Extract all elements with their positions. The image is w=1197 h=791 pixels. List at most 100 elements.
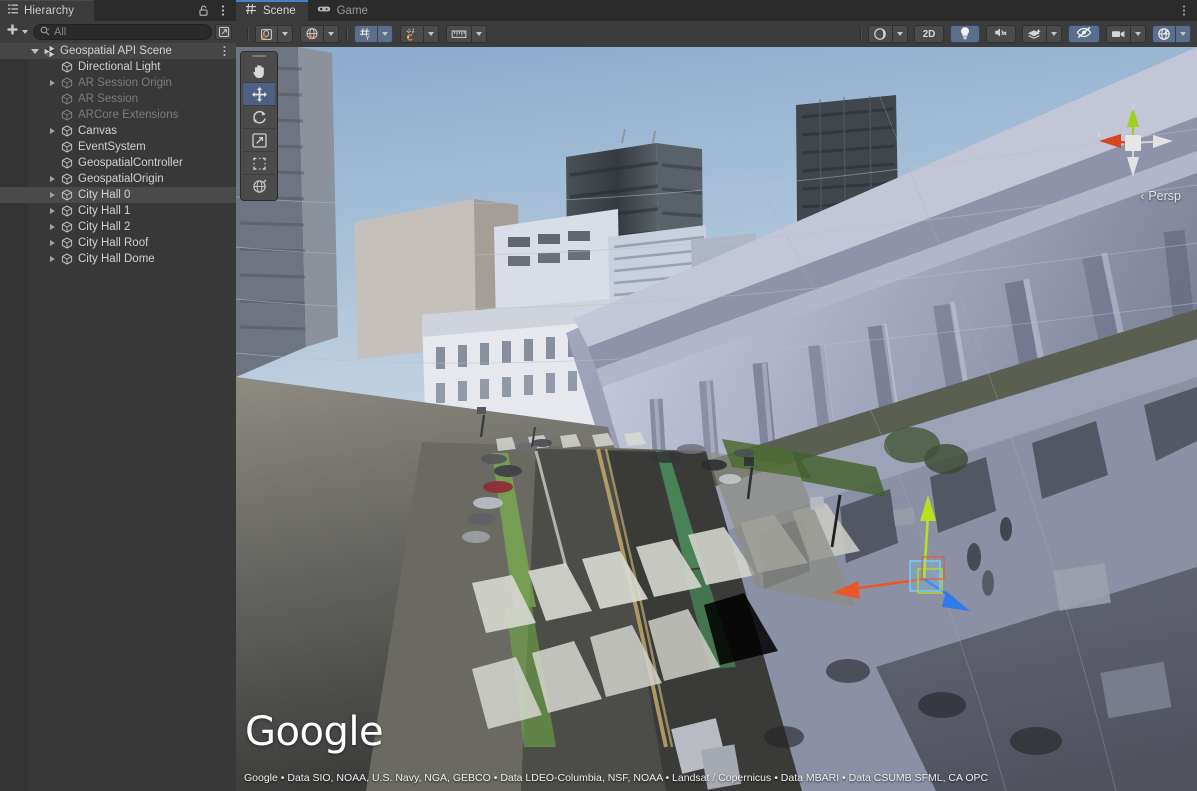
scene-fx-caret[interactable] [893,25,908,43]
gizmos-globe-icon[interactable] [1152,25,1176,43]
hierarchy-item-label: City Hall Roof [75,237,148,249]
move-tool[interactable] [243,83,275,106]
hierarchy-item-directional-light[interactable]: Directional Light [0,59,236,75]
hierarchy-item-geospatialcontroller[interactable]: GeospatialController [0,155,236,171]
scene-axis-gizmo[interactable]: y x [1087,97,1179,189]
hierarchy-toolbar: All [0,21,236,43]
camera-icon[interactable] [1106,25,1131,43]
draw-mode-shaded-button[interactable] [255,25,293,43]
gameobject-cube-icon [59,253,75,265]
magnet-snap-icon[interactable] [400,25,424,43]
shaded-mode-icon[interactable] [255,25,278,43]
scene-toolbar: Y [236,21,1197,47]
hierarchy-item-city-hall-roof[interactable]: City Hall Roof [0,235,236,251]
scene-menu-icon[interactable] [1178,3,1190,23]
gizmos-button[interactable] [1152,25,1191,43]
grid-snapping-button[interactable] [446,25,487,43]
chevron-right-icon [50,80,55,86]
tab-hierarchy[interactable]: Hierarchy [0,0,94,21]
scene-viewport[interactable]: y x ‹ Persp [236,47,1197,791]
scene-effects-caret[interactable] [1047,25,1062,43]
hierarchy-tabbar: Hierarchy [0,0,236,21]
toggle-2d-button[interactable]: 2D [914,25,944,43]
projection-mode-toggle[interactable]: ‹ Persp [1140,189,1181,203]
disclosure-triangle-closed[interactable] [46,80,59,86]
gamepad-icon [317,3,331,18]
scene-lighting-global-button[interactable] [300,25,339,43]
scale-tool[interactable] [243,129,275,152]
hand-tool[interactable] [243,60,275,83]
scene-fx-button[interactable] [868,25,908,43]
disclosure-triangle-closed[interactable] [46,224,59,230]
disclosure-triangle-closed[interactable] [46,176,59,182]
hierarchy-menu-icon[interactable] [217,3,229,18]
tab-scene[interactable]: Scene [236,0,308,21]
scene-effects-button[interactable] [1022,25,1062,43]
globe-icon[interactable] [300,25,324,43]
chevron-down-icon [382,32,388,36]
disclosure-triangle-closed[interactable] [46,240,59,246]
eye-slash-icon [1076,26,1092,42]
hierarchy-item-ar-session-origin[interactable]: AR Session Origin [0,75,236,91]
gameobject-cube-icon [59,141,75,153]
hierarchy-item-ar-session[interactable]: AR Session [0,91,236,107]
hierarchy-item-geospatialorigin[interactable]: GeospatialOrigin [0,171,236,187]
chevron-down-icon [428,32,434,36]
hierarchy-item-label: Canvas [75,125,117,137]
transform-gizmo[interactable] [826,487,976,617]
grid-y-icon[interactable]: Y [354,25,378,43]
grid-axis-y-button[interactable]: Y [354,25,393,43]
hierarchy-item-arcore-extensions[interactable]: ARCore Extensions [0,107,236,123]
effects-layers-icon[interactable] [1022,25,1047,43]
hierarchy-item-label: City Hall 2 [75,221,130,233]
chevron-right-icon [50,256,55,262]
tab-game-label: Game [337,5,368,17]
toggle-2d-label: 2D [923,29,936,40]
chevron-right-icon [50,128,55,134]
hierarchy-item-eventsystem[interactable]: EventSystem [0,139,236,155]
rect-tool[interactable] [243,152,275,175]
ruler-snap-icon[interactable] [446,25,472,43]
grid-snapping-caret[interactable] [472,25,487,43]
unity-scene-icon [41,45,57,58]
hierarchy-item-city-hall-1[interactable]: City Hall 1 [0,203,236,219]
search-input[interactable]: All [33,24,212,40]
draw-mode-caret[interactable] [278,25,293,43]
gameobject-cube-icon [59,93,75,105]
open-in-new-icon[interactable] [215,24,232,40]
scene-camera-button[interactable] [1106,25,1146,43]
gameobject-cube-icon [59,77,75,89]
disclosure-triangle-open[interactable] [28,49,41,54]
add-gameobject-button[interactable] [4,23,30,41]
scene-audio-mute-button[interactable] [986,25,1016,43]
lock-open-icon[interactable] [197,4,210,17]
rotate-tool[interactable] [243,106,275,129]
snap-increment-caret[interactable] [424,25,439,43]
hierarchy-item-canvas[interactable]: Canvas [0,123,236,139]
fx-sphere-icon[interactable] [868,25,893,43]
hierarchy-item-geospatial-api-scene[interactable]: Geospatial API Scene [0,43,236,59]
speaker-muted-icon [994,26,1008,42]
lighting-caret[interactable] [324,25,339,43]
hierarchy-item-city-hall-2[interactable]: City Hall 2 [0,219,236,235]
disclosure-triangle-closed[interactable] [46,208,59,214]
hierarchy-item-city-hall-0[interactable]: City Hall 0 [0,187,236,203]
snap-increment-button[interactable] [400,25,439,43]
disclosure-triangle-closed[interactable] [46,192,59,198]
grid-axis-caret[interactable] [378,25,393,43]
transform-tool[interactable] [243,175,275,198]
hierarchy-item-city-hall-dome[interactable]: City Hall Dome [0,251,236,267]
scene-lighting-button[interactable] [950,25,980,43]
hidden-objects-button[interactable] [1068,25,1100,43]
gizmos-caret[interactable] [1176,25,1191,43]
hierarchy-item-label: City Hall 1 [75,205,130,217]
tab-game[interactable]: Game [308,0,380,21]
scene-grid-icon [245,3,257,18]
scene-tools-palette[interactable] [240,51,278,201]
disclosure-triangle-closed[interactable] [46,256,59,262]
toolbar-divider [346,27,347,41]
disclosure-triangle-closed[interactable] [46,128,59,134]
palette-drag-handle[interactable] [252,55,266,57]
scene-camera-caret[interactable] [1131,25,1146,43]
chevron-down-icon [1135,32,1141,36]
